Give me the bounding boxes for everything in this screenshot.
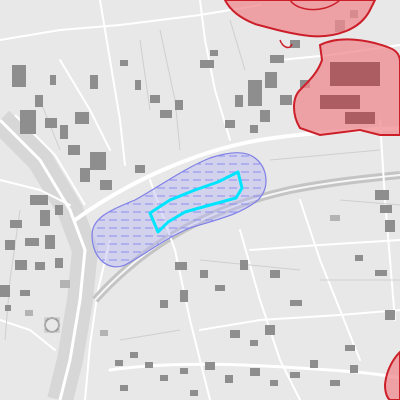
- map-view[interactable]: [0, 0, 400, 400]
- map-canvas[interactable]: [0, 0, 400, 400]
